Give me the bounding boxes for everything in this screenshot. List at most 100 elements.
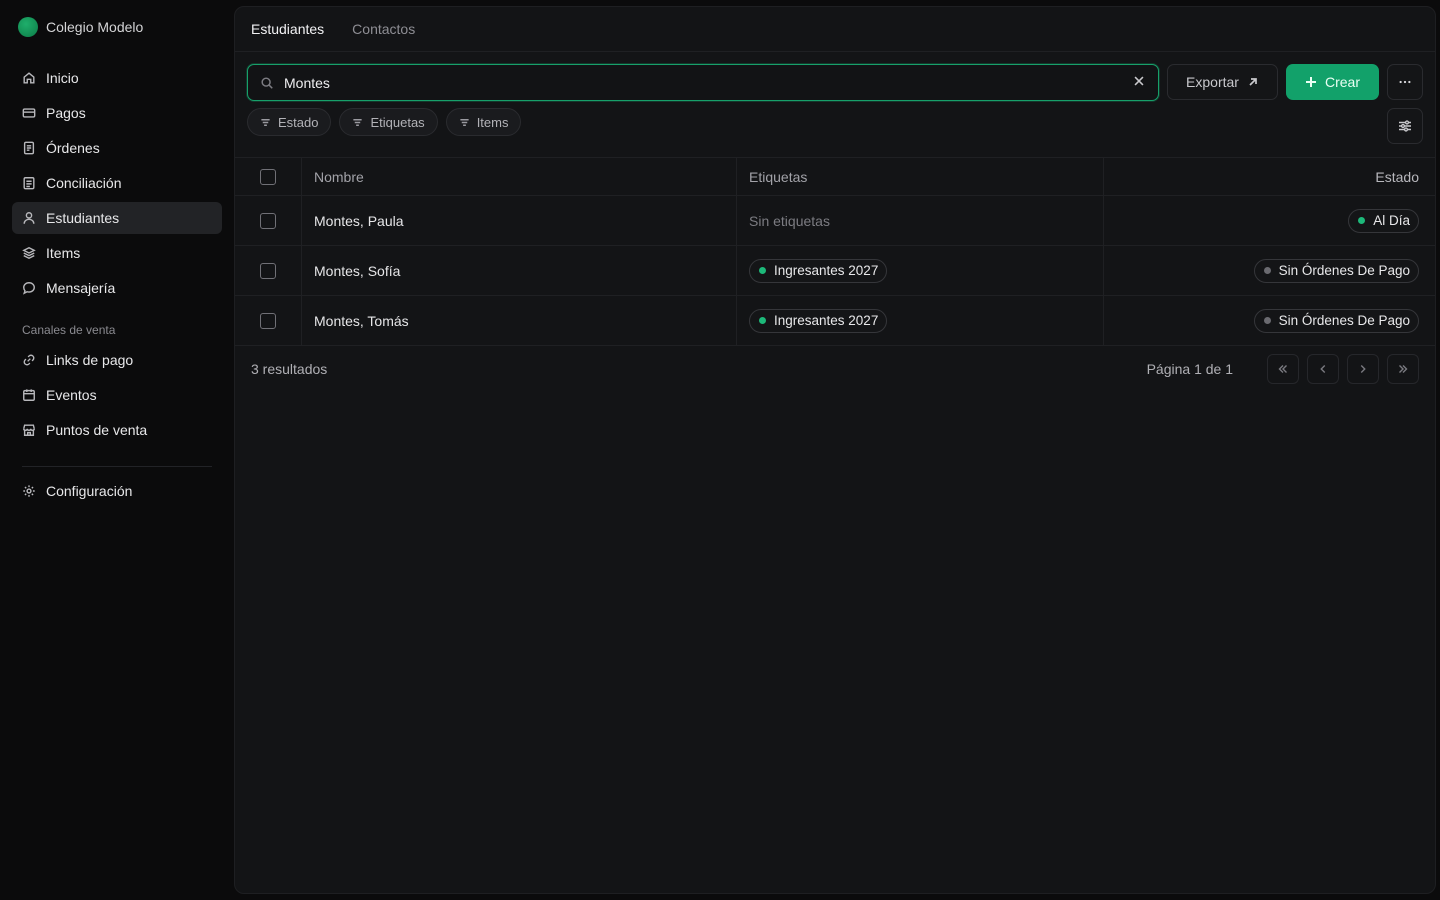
brand-name: Colegio Modelo [46, 19, 144, 35]
chevron-right-icon [1360, 365, 1366, 373]
state-cell: Sin Órdenes De Pago [1104, 246, 1435, 295]
sidebar-item-configuracion[interactable]: Configuración [12, 475, 222, 507]
student-name[interactable]: Montes, Paula [302, 196, 737, 245]
first-page-button[interactable] [1267, 354, 1299, 384]
status-badge-label: Al Día [1373, 213, 1410, 228]
status-dot-icon [1263, 317, 1271, 324]
tag-dot-icon [759, 267, 766, 274]
filter-chip-etiquetas[interactable]: Etiquetas [339, 108, 438, 136]
sidebar-item-links-de-pago[interactable]: Links de pago [12, 344, 222, 376]
status-badge: Sin Órdenes De Pago [1253, 258, 1419, 283]
next-page-button[interactable] [1347, 354, 1379, 384]
status-badge: Al Día [1348, 208, 1419, 233]
filter-icon [261, 118, 270, 126]
sidebar-item-inicio[interactable]: Inicio [12, 62, 222, 94]
row-checkbox[interactable] [260, 312, 276, 329]
calendar-icon [23, 389, 35, 401]
select-all-checkbox[interactable] [260, 168, 276, 185]
filter-icon [353, 118, 363, 126]
sidebar-item-label: Puntos de venta [46, 422, 148, 438]
more-horizontal-icon [1399, 80, 1411, 84]
status-dot-icon [1358, 217, 1366, 224]
status-badge-label: Sin Órdenes De Pago [1278, 263, 1410, 278]
no-tags-text: Sin etiquetas [749, 212, 830, 229]
filter-chip-label: Estado [278, 114, 319, 130]
view-settings-button[interactable] [1387, 108, 1423, 144]
previous-page-button[interactable] [1307, 354, 1339, 384]
row-checkbox-cell [235, 296, 302, 345]
sidebar-item-label: Items [46, 245, 81, 261]
export-button[interactable]: Exportar [1167, 64, 1278, 100]
more-options-button[interactable] [1387, 64, 1423, 100]
tag-badge-label: Ingresantes 2027 [774, 313, 879, 328]
status-dot-icon [1263, 267, 1271, 274]
search-box [247, 64, 1159, 101]
student-name[interactable]: Montes, Sofía [302, 246, 737, 295]
sidebar-item-label: Órdenes [46, 140, 100, 156]
user-icon [23, 212, 35, 224]
filter-bar: Estado Etiquetas Items [247, 108, 522, 136]
message-icon [23, 282, 35, 295]
brand[interactable]: Colegio Modelo [18, 17, 143, 37]
tab-estudiantes[interactable]: Estudiantes [251, 21, 324, 37]
table-header-row: Nombre Etiquetas Estado [235, 157, 1435, 196]
state-cell: Al Día [1104, 196, 1435, 245]
sidebar-item-ordenes[interactable]: Órdenes [12, 132, 222, 164]
table-row[interactable]: Montes, Sofía Ingresantes 2027 Sin Órden… [235, 246, 1435, 296]
clipboard-icon [23, 177, 35, 190]
sidebar-item-conciliacion[interactable]: Conciliación [12, 167, 222, 199]
row-checkbox-cell [235, 246, 302, 295]
tab-contactos[interactable]: Contactos [352, 21, 415, 37]
table-footer: 3 resultados Página 1 de 1 [251, 353, 1419, 385]
row-checkbox[interactable] [260, 262, 276, 279]
sidebar-item-label: Mensajería [46, 280, 116, 296]
clear-search-button[interactable] [1132, 74, 1146, 91]
sidebar-section-label: Canales de venta [22, 323, 116, 337]
sidebar-item-label: Pagos [46, 105, 86, 121]
sliders-icon [1399, 120, 1411, 132]
main-panel: Estudiantes Contactos Exportar Crear Est… [234, 6, 1436, 894]
sidebar-item-items[interactable]: Items [12, 237, 222, 269]
student-name[interactable]: Montes, Tomás [302, 296, 737, 345]
sidebar-item-label: Conciliación [46, 175, 122, 191]
sidebar-item-pagos[interactable]: Pagos [12, 97, 222, 129]
status-badge: Sin Órdenes De Pago [1253, 308, 1419, 333]
sidebar-item-puntos-de-venta[interactable]: Puntos de venta [12, 414, 222, 446]
sidebar-divider [22, 466, 212, 467]
tag-badge: Ingresantes 2027 [749, 308, 888, 333]
filter-chip-items[interactable]: Items [445, 108, 522, 136]
status-badge-label: Sin Órdenes De Pago [1278, 313, 1410, 328]
column-header-nombre[interactable]: Nombre [302, 158, 737, 195]
table-row[interactable]: Montes, Paula Sin etiquetas Al Día [235, 196, 1435, 246]
receipt-icon [23, 141, 35, 155]
store-icon [23, 424, 35, 436]
tags-cell: Sin etiquetas [737, 196, 1104, 245]
chevrons-right-icon [1399, 365, 1408, 373]
sidebar-item-label: Eventos [46, 387, 97, 403]
sidebar-item-estudiantes[interactable]: Estudiantes [12, 202, 222, 234]
sidebar-item-eventos[interactable]: Eventos [12, 379, 222, 411]
last-page-button[interactable] [1387, 354, 1419, 384]
results-count: 3 resultados [251, 361, 328, 377]
layers-icon [22, 246, 36, 260]
search-input[interactable] [284, 74, 1122, 91]
sidebar-item-label: Inicio [46, 70, 79, 86]
create-button[interactable]: Crear [1286, 64, 1379, 100]
tab-bar: Estudiantes Contactos [235, 7, 1435, 52]
column-header-estado[interactable]: Estado [1104, 158, 1435, 195]
table-row[interactable]: Montes, Tomás Ingresantes 2027 Sin Órden… [235, 296, 1435, 346]
link-icon [23, 354, 35, 366]
export-button-label: Exportar [1186, 74, 1239, 90]
header-checkbox-cell [235, 158, 302, 195]
filter-chip-label: Items [476, 114, 509, 130]
tag-dot-icon [759, 317, 766, 324]
chevrons-left-icon [1278, 365, 1287, 373]
column-header-etiquetas[interactable]: Etiquetas [737, 158, 1104, 195]
filter-icon [460, 118, 469, 126]
row-checkbox[interactable] [260, 212, 276, 229]
sidebar-item-label: Estudiantes [46, 210, 120, 226]
page-info: Página 1 de 1 [1146, 361, 1233, 377]
credit-card-icon [22, 108, 36, 118]
filter-chip-estado[interactable]: Estado [247, 108, 332, 136]
sidebar-item-mensajeria[interactable]: Mensajería [12, 272, 222, 304]
